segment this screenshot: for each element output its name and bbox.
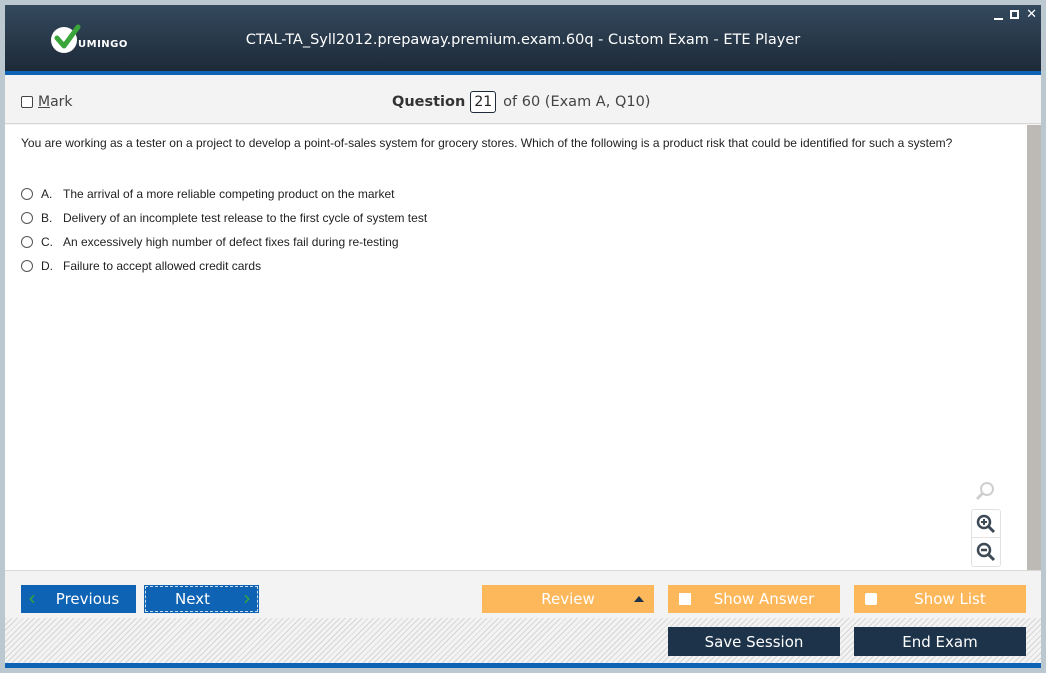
- zoom-out-icon: [976, 542, 996, 562]
- zoom-tools: [971, 477, 1001, 567]
- question-content: You are working as a tester on a project…: [5, 125, 1027, 570]
- answer-options: A. The arrival of a more reliable compet…: [21, 182, 427, 278]
- window-controls: ✕: [994, 7, 1037, 22]
- checkbox-icon: [679, 593, 691, 605]
- show-answer-label: Show Answer: [713, 590, 815, 608]
- option-letter: C.: [41, 235, 53, 249]
- radio-icon[interactable]: [21, 212, 33, 224]
- save-session-button[interactable]: Save Session: [668, 627, 840, 656]
- next-label: Next: [175, 590, 210, 608]
- option-letter: A.: [41, 187, 53, 201]
- maximize-icon[interactable]: [1010, 10, 1020, 19]
- zoom-in-button[interactable]: [972, 510, 1000, 538]
- previous-label: Previous: [55, 590, 120, 608]
- option-text: The arrival of a more reliable competing…: [63, 187, 395, 201]
- caret-up-icon: [634, 596, 644, 602]
- title-bar: UMINGO CTAL-TA_Syll2012.prepaway.premium…: [5, 5, 1041, 75]
- radio-icon[interactable]: [21, 188, 33, 200]
- close-icon[interactable]: ✕: [1026, 7, 1037, 22]
- show-answer-button[interactable]: Show Answer: [668, 585, 840, 613]
- end-exam-button[interactable]: End Exam: [854, 627, 1026, 656]
- checkbox-icon[interactable]: [21, 96, 33, 108]
- show-list-label: Show List: [914, 590, 986, 608]
- option-letter: B.: [41, 211, 53, 225]
- answer-option-b[interactable]: B. Delivery of an incomplete test releas…: [21, 206, 427, 230]
- end-exam-label: End Exam: [902, 632, 978, 651]
- navigation-bar: ‹ Previous Next › Review Show Answer Sho…: [5, 570, 1041, 618]
- review-button[interactable]: Review: [482, 585, 654, 613]
- show-list-button[interactable]: Show List: [854, 585, 1026, 613]
- minimize-icon[interactable]: [994, 17, 1004, 20]
- mark-label: Mark: [38, 94, 73, 110]
- question-of-text: of 60 (Exam A, Q10): [503, 94, 651, 110]
- option-text: Delivery of an incomplete test release t…: [63, 211, 428, 225]
- zoom-reset-button[interactable]: [971, 477, 999, 505]
- zoom-button-group: [971, 509, 1001, 567]
- previous-button[interactable]: ‹ Previous: [21, 585, 136, 613]
- answer-option-d[interactable]: D. Failure to accept allowed credit card…: [21, 254, 427, 278]
- question-number-input[interactable]: 21: [470, 91, 497, 113]
- radio-icon[interactable]: [21, 236, 33, 248]
- option-text: An excessively high number of defect fix…: [63, 235, 399, 249]
- question-bar: Mark Question 21 of 60 (Exam A, Q10): [5, 79, 1041, 124]
- footer-bar: Save Session End Exam: [5, 618, 1041, 668]
- zoom-in-icon: [976, 514, 996, 533]
- radio-icon[interactable]: [21, 260, 33, 272]
- question-counter: Question 21 of 60 (Exam A, Q10): [392, 91, 650, 113]
- app-window: UMINGO CTAL-TA_Syll2012.prepaway.premium…: [5, 5, 1041, 668]
- answer-option-a[interactable]: A. The arrival of a more reliable compet…: [21, 182, 427, 206]
- chevron-right-icon: ›: [243, 586, 251, 610]
- question-label: Question: [392, 94, 466, 110]
- review-label: Review: [541, 590, 595, 608]
- question-text: You are working as a tester on a project…: [21, 136, 953, 150]
- answer-option-c[interactable]: C. An excessively high number of defect …: [21, 230, 427, 254]
- save-session-label: Save Session: [704, 632, 804, 651]
- window-title: CTAL-TA_Syll2012.prepaway.premium.exam.6…: [245, 32, 801, 48]
- list-checkbox-icon: [865, 593, 877, 605]
- zoom-out-button[interactable]: [972, 538, 1000, 566]
- magnifier-icon: [975, 482, 994, 501]
- mark-checkbox[interactable]: Mark: [21, 94, 73, 110]
- vertical-scrollbar[interactable]: [1027, 125, 1041, 570]
- option-letter: D.: [41, 259, 53, 273]
- next-button[interactable]: Next ›: [144, 585, 259, 613]
- option-text: Failure to accept allowed credit cards: [63, 259, 262, 273]
- chevron-left-icon: ‹: [28, 586, 36, 610]
